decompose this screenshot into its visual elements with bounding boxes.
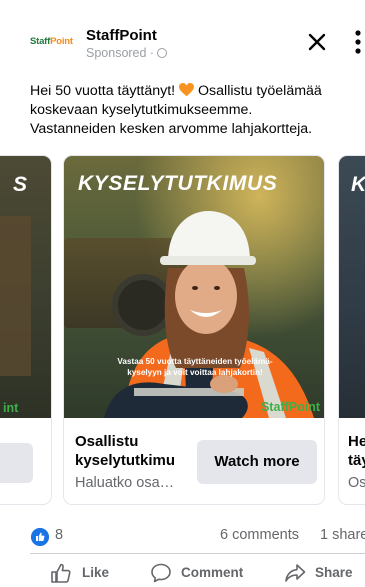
card-description: Haluatko osa… [75, 475, 175, 491]
card-image: K [339, 156, 365, 418]
ad-carousel[interactable]: S int KYSELYTUTKIMUS Vastaa 50 vuotta tä… [0, 155, 365, 505]
post-header: StaffPoint StaffPoint Sponsored · [0, 0, 365, 72]
shares-count[interactable]: 1 share [320, 527, 365, 543]
comment-icon [151, 563, 171, 583]
carousel-card-next[interactable]: K He täy Os [338, 155, 365, 505]
divider [30, 553, 365, 554]
cta-button[interactable] [0, 443, 33, 483]
card-title: Osallistu kyselytutkimu [75, 433, 176, 469]
image-detail [0, 216, 31, 376]
sponsored-post: StaffPoint StaffPoint Sponsored · Hei 50… [0, 0, 365, 587]
comments-count[interactable]: 6 comments [220, 527, 299, 543]
brand-watermark: StaffPoint [260, 400, 320, 414]
like-button[interactable]: Like [50, 562, 120, 584]
like-reaction-icon[interactable] [31, 528, 49, 546]
like-count[interactable]: 8 [55, 527, 63, 543]
card-image: KYSELYTUTKIMUS Vastaa 50 vuotta täyttäne… [64, 156, 324, 418]
globe-icon [157, 48, 168, 58]
card-title: He täy [348, 433, 365, 469]
sponsored-label: Sponsored · [86, 45, 168, 61]
more-options-icon[interactable] [353, 29, 363, 55]
post-message: Hei 50 vuotta täyttänyt! Osallistu työel… [30, 83, 322, 137]
watch-more-button[interactable]: Watch more [197, 440, 317, 484]
engagement-bar: 8 6 comments 1 share [0, 520, 365, 550]
carousel-card-previous[interactable]: S int [0, 155, 52, 505]
carousel-card-main[interactable]: KYSELYTUTKIMUS Vastaa 50 vuotta täyttäne… [63, 155, 325, 505]
orange-heart-icon [179, 83, 195, 97]
card-headline: KYSELYTUTKIMUS [78, 172, 278, 195]
advertiser-logo[interactable]: StaffPoint [30, 32, 76, 52]
post-actions: Like Comment Share [0, 556, 365, 587]
close-icon[interactable] [305, 30, 329, 54]
card-cta-area[interactable]: Osallistu kyselytutkimu Haluatko osa… Wa… [64, 418, 324, 504]
card-description: Os [348, 475, 365, 491]
card-overlay-text: Vastaa 50 vuotta täyttäneiden työelämä- … [117, 357, 273, 377]
advertiser-name[interactable]: StaffPoint [86, 27, 157, 45]
share-icon [285, 564, 306, 582]
card-image: S int [0, 156, 51, 418]
thumbs-up-icon [51, 563, 71, 583]
share-button[interactable]: Share [284, 562, 364, 584]
comment-button[interactable]: Comment [150, 562, 260, 584]
